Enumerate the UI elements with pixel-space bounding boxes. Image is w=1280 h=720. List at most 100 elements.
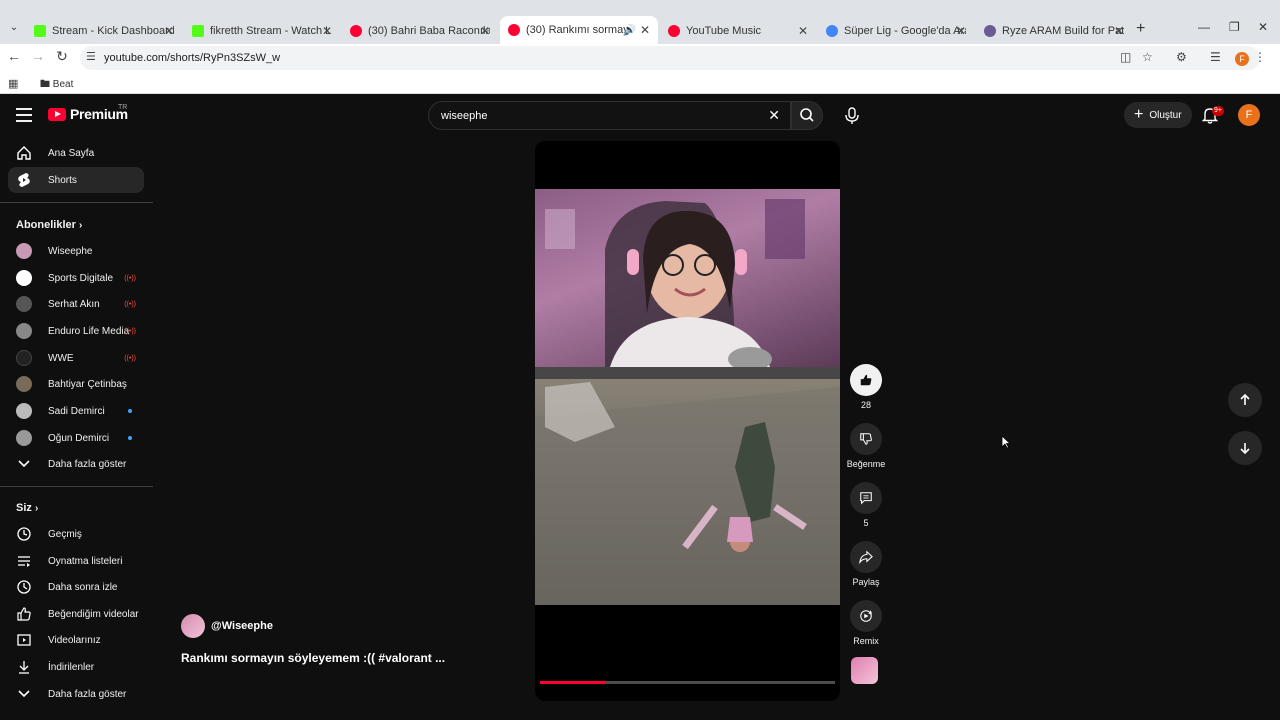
address-bar[interactable]: ☰ youtube.com/shorts/RyPn3SZsW_w ◫ ☆ ⚙ ☰… [80, 46, 1266, 70]
account-avatar[interactable]: F [1238, 104, 1260, 126]
next-short-button[interactable] [1228, 431, 1262, 465]
close-tab-icon[interactable]: ✕ [1114, 24, 1124, 38]
short-title[interactable]: Rankımı sormayın söyleyemem :(( #valoran… [181, 651, 445, 665]
tab-ryze-build[interactable]: Ryze ARAM Build for Patch 16. ✕ [976, 18, 1132, 44]
browser-menu-icon[interactable]: ⋮ [1254, 50, 1266, 64]
sidebar-item-sports-digitale[interactable]: Sports Digitale ((•)) [8, 265, 144, 291]
menu-icon[interactable] [16, 108, 32, 122]
extensions-icon[interactable]: ⚙ [1176, 50, 1187, 64]
channel-avatar[interactable] [181, 614, 205, 638]
thumbs-up-icon [850, 364, 882, 396]
close-tab-icon[interactable]: ✕ [798, 24, 808, 38]
tab-youtube-bahri[interactable]: (30) Bahri Baba Raconıları | Po ✕ [342, 18, 498, 44]
clock-icon [16, 579, 32, 595]
close-tab-icon[interactable]: ✕ [480, 24, 490, 38]
sidebar-item-label: Geçmiş [48, 528, 82, 540]
sidebar-item-ogun-demirci[interactable]: Oğun Demirci [8, 425, 144, 451]
sidebar-item-label: Videolarınız [48, 634, 101, 646]
comment-icon [850, 482, 882, 514]
sidebar-item-history[interactable]: Geçmiş [8, 521, 144, 547]
create-button[interactable]: + Oluştur [1124, 102, 1192, 128]
url-text[interactable]: youtube.com/shorts/RyPn3SZsW_w [104, 52, 280, 64]
sidebar-show-more-subscriptions[interactable]: Daha fazla göster [8, 451, 144, 477]
site-info-icon[interactable]: ☰ [86, 50, 96, 63]
channel-avatar [16, 296, 32, 312]
search-input[interactable]: wiseephe [441, 110, 487, 122]
sidebar-show-more-you[interactable]: Daha fazla göster [8, 681, 144, 707]
restore-icon[interactable]: ❐ [1229, 20, 1240, 34]
voice-search-button[interactable] [840, 101, 864, 130]
close-tab-icon[interactable]: ✕ [956, 24, 966, 38]
sidebar-item-your-videos[interactable]: Videolarınız [8, 627, 144, 653]
game-footage [535, 367, 840, 605]
tab-youtube-short-active[interactable]: (30) Rankımı sormayın söyl 🔊 ✕ [500, 16, 658, 44]
like-button[interactable]: 28 [846, 364, 886, 410]
subscriptions-heading[interactable]: Abonelikler › [16, 219, 82, 231]
sidebar-item-downloads[interactable]: İndirilenler [8, 654, 144, 680]
sidebar-item-wiseephe[interactable]: Wiseephe [8, 238, 144, 264]
forward-icon[interactable]: → [28, 48, 48, 64]
tab-title: Süper Lig - Google'da Ara [844, 25, 966, 37]
sidebar-item-enduro-life-media[interactable]: Enduro Life Media ((•)) [8, 318, 144, 344]
new-tab-icon[interactable]: + [1136, 20, 1145, 38]
remix-button[interactable]: Remix [846, 600, 886, 646]
address-toolbar: ← → ↻ ☰ youtube.com/shorts/RyPn3SZsW_w ◫… [0, 44, 1280, 72]
share-button[interactable]: Paylaş [846, 541, 886, 587]
you-heading[interactable]: Siz › [16, 502, 38, 514]
youtube-premium-logo[interactable]: Premium TR [48, 104, 128, 122]
video-progress-bar[interactable] [540, 681, 835, 684]
sidebar-item-liked-videos[interactable]: Beğendiğim videolar [8, 601, 144, 627]
live-indicator-icon: ((•)) [124, 300, 136, 308]
bookmark-folder-beat[interactable]: 🖿 Beat [40, 77, 73, 94]
shorts-video-player[interactable] [535, 141, 840, 701]
dislike-button[interactable]: Beğenme [846, 423, 886, 469]
media-control-icon[interactable]: ☰ [1210, 50, 1221, 64]
sidebar-item-label: Daha fazla göster [48, 688, 127, 700]
chevron-down-icon [16, 456, 32, 472]
sidebar-item-bahtiyar-cetinbas[interactable]: Bahtiyar Çetinbaş [8, 371, 144, 397]
search-box[interactable]: wiseephe ✕ [428, 101, 791, 130]
sidebar-item-playlists[interactable]: Oynatma listeleri [8, 548, 144, 574]
minimize-icon[interactable]: — [1198, 20, 1210, 34]
apps-grid-icon[interactable]: ▦ [8, 77, 18, 90]
tab-youtube-music[interactable]: YouTube Music ✕ [660, 18, 816, 44]
close-tab-icon[interactable]: ✕ [164, 24, 174, 38]
chevron-right-icon: › [78, 220, 83, 231]
sidebar-item-sadi-demirci[interactable]: Sadi Demirci [8, 398, 144, 424]
close-tab-icon[interactable]: ✕ [322, 24, 332, 38]
speaker-icon[interactable]: 🔊 [624, 25, 636, 36]
clear-search-icon[interactable]: ✕ [768, 107, 780, 124]
bookmark-star-icon[interactable]: ☆ [1142, 50, 1153, 64]
tab-google-search[interactable]: Süper Lig - Google'da Ara ✕ [818, 18, 974, 44]
reload-icon[interactable]: ↻ [52, 48, 72, 65]
streamer-image [545, 199, 805, 371]
sidebar-item-shorts[interactable]: Shorts [8, 167, 144, 193]
tab-kick-stream[interactable]: fikretth Stream - Watch Live on ✕ [184, 18, 340, 44]
region-code: TR [118, 104, 128, 111]
sidebar-item-label: Beğendiğim videolar [48, 608, 139, 620]
create-label: Oluştur [1149, 109, 1182, 121]
kick-favicon-icon [192, 25, 204, 37]
sound-thumbnail[interactable] [851, 657, 878, 684]
video-frame[interactable] [535, 189, 840, 605]
tab-search-icon[interactable]: ⌄ [6, 20, 22, 36]
video-icon [16, 632, 32, 648]
channel-info[interactable]: @Wiseephe [181, 614, 273, 638]
close-tab-icon[interactable]: ✕ [640, 23, 650, 37]
previous-short-button[interactable] [1228, 383, 1262, 417]
share-icon [850, 541, 882, 573]
back-icon[interactable]: ← [4, 48, 24, 64]
window-close-icon[interactable]: ✕ [1258, 20, 1268, 34]
sidebar-item-home[interactable]: Ana Sayfa [8, 140, 144, 166]
sidebar-item-serhat-akin[interactable]: Serhat Akın ((•)) [8, 291, 144, 317]
history-icon [16, 526, 32, 542]
install-app-icon[interactable]: ◫ [1120, 50, 1131, 64]
browser-profile-avatar[interactable]: F [1235, 52, 1249, 66]
comments-button[interactable]: 5 [846, 482, 886, 528]
channel-avatar [16, 350, 32, 366]
channel-handle[interactable]: @Wiseephe [211, 620, 273, 632]
search-button[interactable] [791, 101, 823, 130]
tab-kick-dashboard[interactable]: Stream - Kick Dashboard ✕ [26, 18, 182, 44]
sidebar-item-wwe[interactable]: WWE ((•)) [8, 345, 144, 371]
sidebar-item-watch-later[interactable]: Daha sonra izle [8, 574, 144, 600]
